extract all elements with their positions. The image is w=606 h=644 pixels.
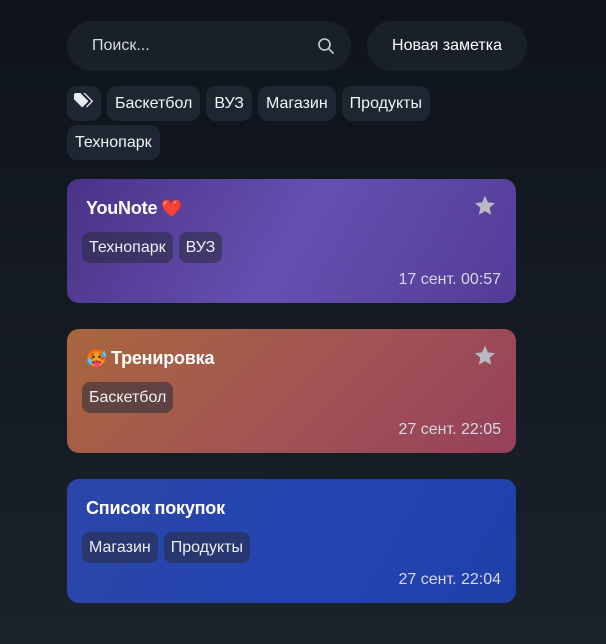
- note-date: 17 сент. 00:57: [398, 271, 501, 288]
- note-card-shopping-list[interactable]: Список покупок Магазин Продукты 27 сент.…: [67, 479, 516, 603]
- note-title: Список покупок: [82, 495, 501, 521]
- tag-chip-vuz[interactable]: ВУЗ: [206, 86, 252, 121]
- notes-list: YouNote ❤️ Технопарк ВУЗ 17 сент. 00:57 …: [67, 179, 516, 603]
- note-tag[interactable]: Продукты: [163, 532, 251, 563]
- note-card-younote[interactable]: YouNote ❤️ Технопарк ВУЗ 17 сент. 00:57: [67, 179, 516, 303]
- note-tags: Технопарк ВУЗ: [82, 232, 501, 263]
- note-title-text: Список покупок: [86, 497, 225, 518]
- note-tag[interactable]: ВУЗ: [178, 232, 223, 263]
- hot-face-emoji-icon: 🥵: [86, 348, 107, 368]
- tag-chip-basketball[interactable]: Баскетбол: [107, 86, 201, 121]
- note-tag[interactable]: Баскетбол: [82, 382, 174, 413]
- tag-filter-list: Баскетбол ВУЗ Магазин Продукты Технопарк: [67, 86, 447, 160]
- heart-emoji-icon: ❤️: [161, 198, 183, 218]
- search-input[interactable]: [92, 37, 292, 55]
- search-icon[interactable]: [317, 37, 335, 55]
- tags-icon: [73, 92, 95, 115]
- star-icon[interactable]: [473, 344, 497, 368]
- star-icon[interactable]: [473, 194, 497, 218]
- tag-chip-products[interactable]: Продукты: [341, 86, 430, 121]
- tag-chip-technopark[interactable]: Технопарк: [67, 125, 160, 160]
- tag-chip-shop[interactable]: Магазин: [257, 86, 336, 121]
- note-title: YouNote ❤️: [82, 195, 501, 221]
- tags-filter-button[interactable]: [67, 86, 101, 121]
- note-card-training[interactable]: 🥵 Тренировка Баскетбол 27 сент. 22:05: [67, 329, 516, 453]
- note-title-text: YouNote: [86, 197, 158, 218]
- note-tag[interactable]: Магазин: [82, 532, 158, 563]
- note-tags: Магазин Продукты: [82, 532, 501, 563]
- new-note-button[interactable]: Новая заметка: [367, 21, 527, 71]
- note-tags: Баскетбол: [82, 382, 501, 413]
- note-date: 27 сент. 22:04: [398, 571, 501, 588]
- search-bar[interactable]: [67, 21, 351, 71]
- top-bar: Новая заметка: [67, 21, 527, 71]
- note-title-text: Тренировка: [110, 347, 215, 368]
- note-date: 27 сент. 22:05: [398, 421, 501, 438]
- note-tag[interactable]: Технопарк: [82, 232, 173, 263]
- note-title: 🥵 Тренировка: [82, 345, 501, 371]
